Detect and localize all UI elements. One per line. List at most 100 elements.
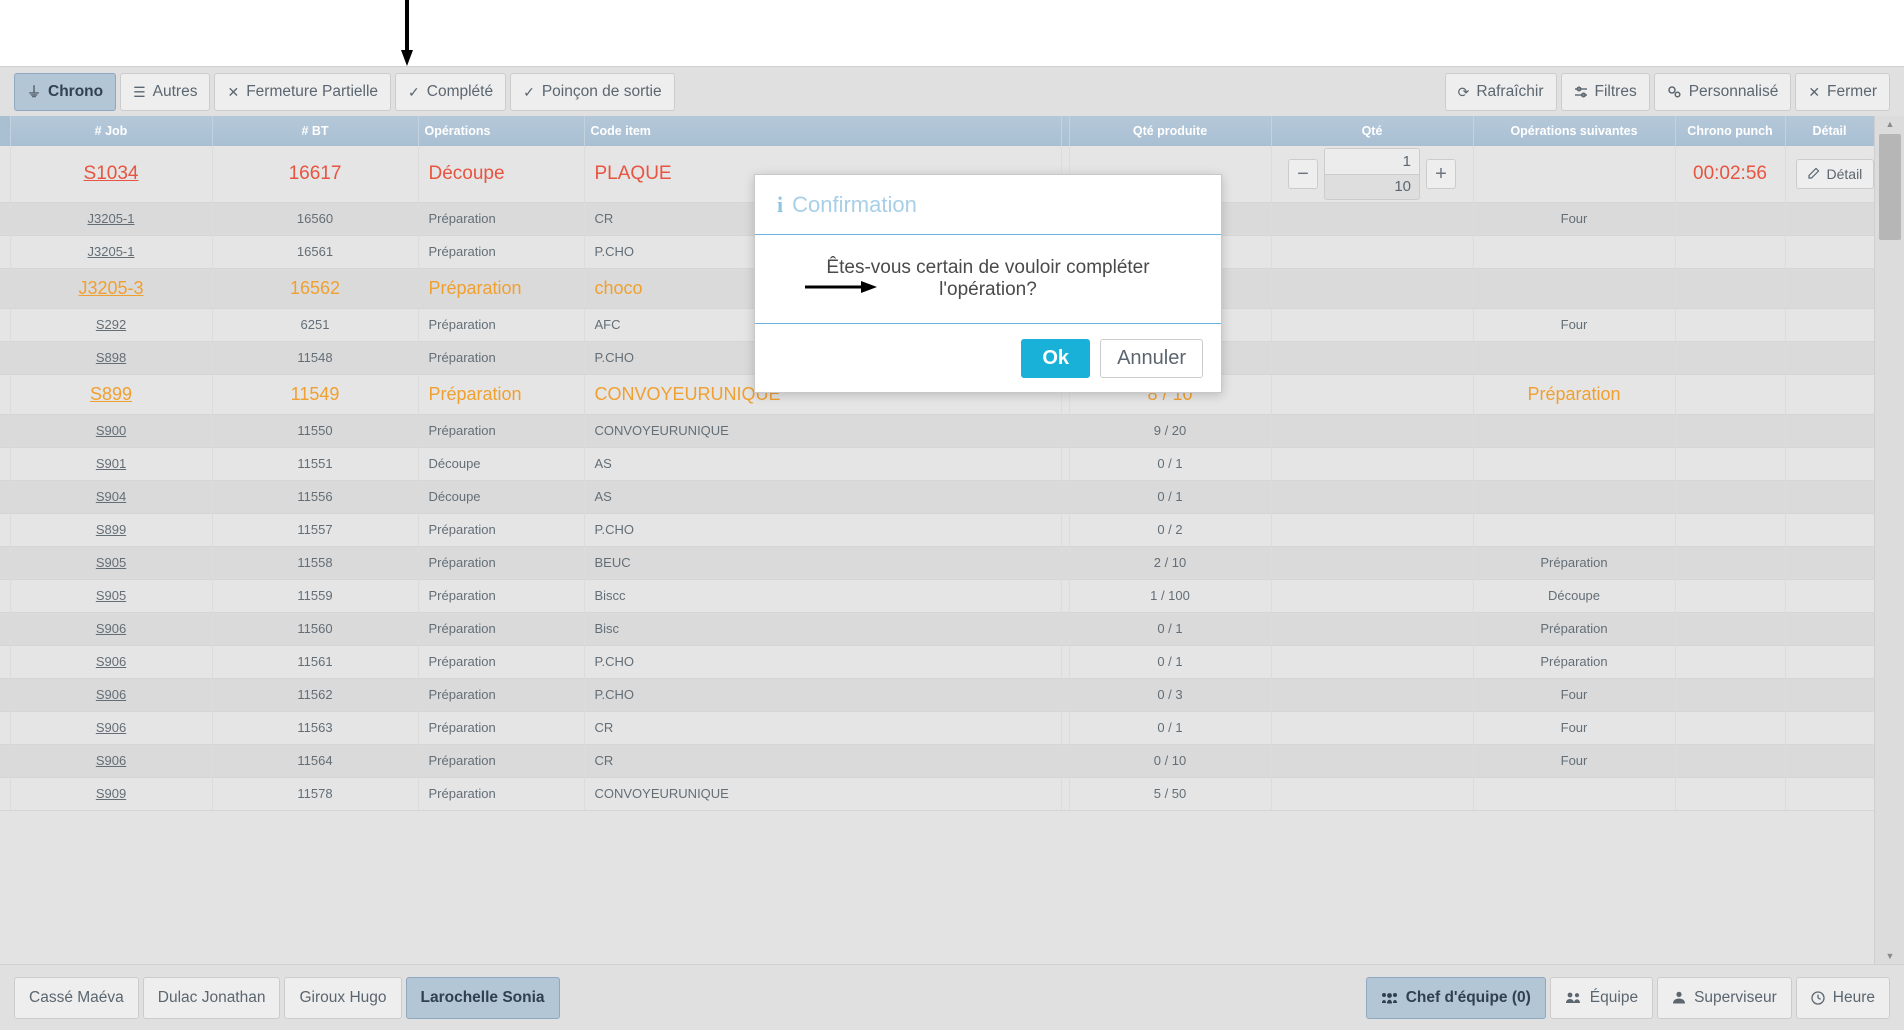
job-link[interactable]: S901 xyxy=(96,456,126,471)
table-row[interactable]: S906 11564 Préparation CR 0 / 10 Four xyxy=(0,744,1875,778)
job-link[interactable]: S899 xyxy=(96,522,126,537)
cell-bt: 6251 xyxy=(212,308,419,342)
cell-code-item: Bisc xyxy=(584,612,1062,646)
cell-bt: 16617 xyxy=(212,146,419,203)
job-link[interactable]: S906 xyxy=(96,753,126,768)
job-link[interactable]: J3205-3 xyxy=(78,278,143,298)
table-row[interactable]: S906 11560 Préparation Bisc 0 / 1 Préparation xyxy=(0,612,1875,646)
quantity-increment-button[interactable]: + xyxy=(1426,158,1456,189)
cell-bt: 11561 xyxy=(212,645,419,679)
cell-qte xyxy=(1271,268,1474,309)
info-icon: i xyxy=(777,191,784,217)
column-header-code-item[interactable]: Code item xyxy=(584,116,1062,146)
employee-button-casse-maeva[interactable]: Cassé Maéva xyxy=(14,976,139,1019)
job-link[interactable]: S906 xyxy=(96,720,126,735)
detail-button[interactable]: Détail xyxy=(1795,158,1875,189)
table-row[interactable]: S900 11550 Préparation CONVOYEURUNIQUE 9 / 2… xyxy=(0,414,1875,448)
table-row[interactable]: S905 11559 Préparation Biscc 1 / 100 Découpe xyxy=(0,579,1875,613)
cell-job: S905 xyxy=(10,579,213,613)
table-row[interactable]: S906 11561 Préparation P.CHO 0 / 1 Préparatio… xyxy=(0,645,1875,679)
scroll-down-arrow-icon[interactable]: ▼ xyxy=(1875,948,1904,964)
cell-job: S906 xyxy=(10,744,213,778)
button-equipe[interactable]: Équipe xyxy=(1549,976,1654,1019)
cell-job: S906 xyxy=(10,612,213,646)
toolbar-button-autres[interactable]: ☰ Autres xyxy=(120,72,211,111)
cell-bt: 11578 xyxy=(212,777,419,811)
table-row[interactable]: S899 11557 Préparation P.CHO 0 / 2 xyxy=(0,513,1875,547)
employee-button-larochelle-sonia[interactable]: Larochelle Sonia xyxy=(405,976,560,1019)
cell-operation: Préparation xyxy=(418,744,585,778)
table-row[interactable]: S905 11558 Préparation BEUC 2 / 10 Préparatio… xyxy=(0,546,1875,580)
cell-operation: Préparation xyxy=(418,711,585,745)
job-link[interactable]: S906 xyxy=(96,621,126,636)
cell-code-item: CR xyxy=(584,744,1062,778)
toolbar-button-filters[interactable]: Filtres xyxy=(1560,72,1650,111)
column-header-qte-produite[interactable]: Qté produite xyxy=(1069,116,1272,146)
quantity-total-input[interactable] xyxy=(1324,173,1420,200)
button-heure[interactable]: Heure xyxy=(1795,976,1890,1019)
table-row[interactable]: S906 11563 Préparation CR 0 / 1 Four xyxy=(0,711,1875,745)
cell-detail xyxy=(1785,308,1875,342)
row-lead-cell xyxy=(0,202,11,236)
column-header-operations-suivantes[interactable]: Opérations suivantes xyxy=(1473,116,1676,146)
scroll-up-arrow-icon[interactable]: ▲ xyxy=(1875,116,1904,132)
toolbar-button-poincon-de-sortie[interactable]: ✓ Poinçon de sortie xyxy=(510,72,675,111)
toolbar-button-refresh[interactable]: ⟳ Rafraîchir xyxy=(1444,72,1557,111)
cell-qte-produite: 0 / 10 xyxy=(1069,744,1272,778)
column-header-detail[interactable]: Détail xyxy=(1785,116,1875,146)
cell-spacer xyxy=(1061,678,1070,712)
table-row[interactable]: S909 11578 Préparation CONVOYEURUNIQUE 5 / 5… xyxy=(0,777,1875,811)
cell-next-operation: Préparation xyxy=(1473,546,1676,580)
employee-button-dulac-jonathan[interactable]: Dulac Jonathan xyxy=(142,976,281,1019)
quantity-decrement-button[interactable]: − xyxy=(1288,158,1318,189)
toolbar-button-fermer[interactable]: ✕ Fermer xyxy=(1795,72,1890,111)
cell-operation: Découpe xyxy=(418,447,585,481)
cell-next-operation xyxy=(1473,513,1676,547)
scrollbar-thumb[interactable] xyxy=(1879,134,1901,240)
job-link[interactable]: S1034 xyxy=(84,163,139,184)
job-link[interactable]: J3205-1 xyxy=(88,244,135,259)
toolbar-button-personnalise[interactable]: Personnalisé xyxy=(1653,72,1792,111)
cell-job: S909 xyxy=(10,777,213,811)
job-link[interactable]: S292 xyxy=(96,317,126,332)
job-link[interactable]: S905 xyxy=(96,555,126,570)
column-header-operations[interactable]: Opérations xyxy=(418,116,585,146)
job-link[interactable]: S898 xyxy=(96,350,126,365)
job-link[interactable]: S906 xyxy=(96,654,126,669)
job-link[interactable]: S909 xyxy=(96,786,126,801)
cell-qte-produite: 0 / 1 xyxy=(1069,447,1272,481)
table-row[interactable]: S901 11551 Découpe AS 0 / 1 xyxy=(0,447,1875,481)
cell-chrono-punch xyxy=(1675,645,1786,679)
cell-next-operation xyxy=(1473,414,1676,448)
job-link[interactable]: S904 xyxy=(96,489,126,504)
column-header-chrono-punch[interactable]: Chrono punch xyxy=(1675,116,1786,146)
table-row[interactable]: S906 11562 Préparation P.CHO 0 / 3 Four xyxy=(0,678,1875,712)
button-superviseur[interactable]: Superviseur xyxy=(1657,976,1792,1019)
toolbar-button-fermeture-partielle[interactable]: ✕ Fermeture Partielle xyxy=(214,72,392,111)
column-header-job[interactable]: # Job xyxy=(10,116,213,146)
cell-operation: Préparation xyxy=(418,777,585,811)
cell-spacer xyxy=(1061,777,1070,811)
toolbar-button-chrono[interactable]: ⏚ Chrono xyxy=(14,72,117,111)
cell-qte xyxy=(1271,777,1474,811)
job-link[interactable]: S900 xyxy=(96,423,126,438)
toolbar-button-complete[interactable]: ✓ Complété xyxy=(395,72,507,111)
job-link[interactable]: S899 xyxy=(90,384,132,404)
cell-bt: 11562 xyxy=(212,678,419,712)
modal-ok-button[interactable]: Ok xyxy=(1021,338,1091,378)
quantity-input[interactable] xyxy=(1324,147,1420,174)
cell-detail xyxy=(1785,414,1875,448)
row-lead-cell xyxy=(0,308,11,342)
button-chef-dequipe[interactable]: Chef d'équipe (0) xyxy=(1365,976,1546,1019)
cell-job: S906 xyxy=(10,711,213,745)
table-row[interactable]: S904 11556 Découpe AS 0 / 1 xyxy=(0,480,1875,514)
column-header-qte[interactable]: Qté xyxy=(1271,116,1474,146)
job-link[interactable]: J3205-1 xyxy=(88,211,135,226)
job-link[interactable]: S906 xyxy=(96,687,126,702)
modal-cancel-button[interactable]: Annuler xyxy=(1100,338,1203,378)
column-header-bt[interactable]: # BT xyxy=(212,116,419,146)
cell-job: S900 xyxy=(10,414,213,448)
job-link[interactable]: S905 xyxy=(96,588,126,603)
vertical-scrollbar[interactable]: ▲ ▼ xyxy=(1874,116,1904,964)
employee-button-giroux-hugo[interactable]: Giroux Hugo xyxy=(284,976,402,1019)
